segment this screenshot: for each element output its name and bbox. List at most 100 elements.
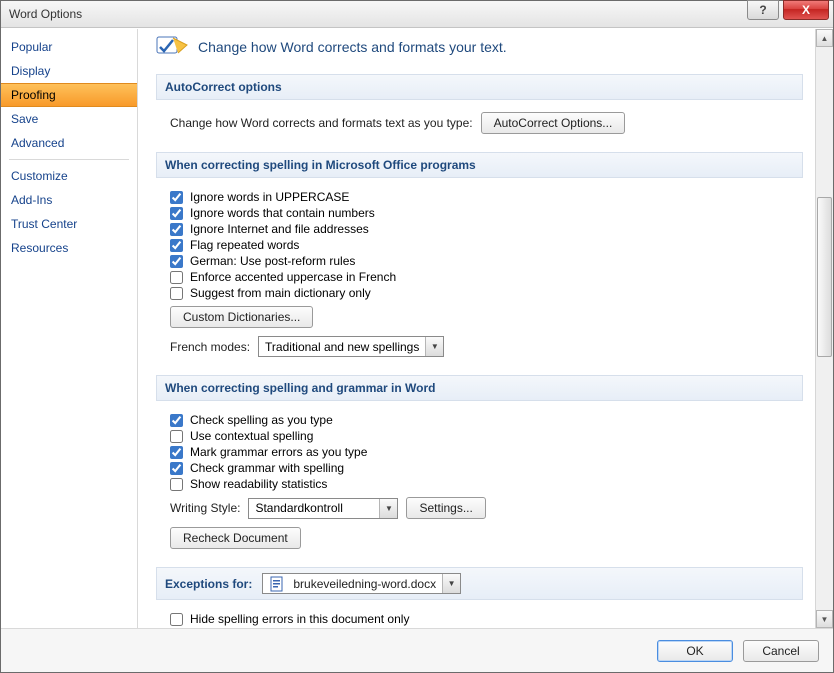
chk-label: Mark grammar errors as you type: [190, 445, 367, 459]
sidebar-item-label: Display: [11, 64, 50, 78]
titlebar: Word Options ? X: [1, 1, 833, 28]
chevron-down-icon: ▼: [379, 499, 397, 518]
writing-style-label: Writing Style:: [170, 501, 240, 515]
chevron-down-icon: ▼: [425, 337, 443, 356]
sidebar-item-advanced[interactable]: Advanced: [1, 131, 137, 155]
autocorrect-desc: Change how Word corrects and formats tex…: [170, 116, 473, 130]
exceptions-label: Exceptions for:: [165, 577, 252, 591]
scroll-up-button[interactable]: ▲: [816, 29, 833, 47]
french-modes-label: French modes:: [170, 340, 250, 354]
close-icon: X: [802, 3, 810, 17]
chk-main-dict-only[interactable]: [170, 287, 183, 300]
chk-ignore-internet[interactable]: [170, 223, 183, 236]
button-label: OK: [686, 644, 703, 658]
sidebar: Popular Display Proofing Save Advanced C…: [1, 29, 138, 628]
ok-button[interactable]: OK: [657, 640, 733, 662]
chk-label: Check spelling as you type: [190, 413, 333, 427]
button-label: Cancel: [762, 644, 799, 658]
close-button[interactable]: X: [783, 0, 829, 20]
sidebar-item-popular[interactable]: Popular: [1, 35, 137, 59]
sidebar-item-label: Proofing: [11, 88, 56, 102]
help-button[interactable]: ?: [747, 0, 779, 20]
french-modes-select[interactable]: Traditional and new spellings ▼: [258, 336, 444, 357]
chk-label: Ignore words that contain numbers: [190, 206, 375, 220]
sidebar-item-save[interactable]: Save: [1, 107, 137, 131]
sidebar-item-proofing[interactable]: Proofing: [1, 83, 137, 107]
writing-style-select[interactable]: Standardkontroll ▼: [248, 498, 398, 519]
sidebar-separator: [9, 159, 129, 160]
chk-label: Suggest from main dictionary only: [190, 286, 371, 300]
chk-german-postreform[interactable]: [170, 255, 183, 268]
chk-check-spelling-type[interactable]: [170, 414, 183, 427]
section-spelling-word-body: Check spelling as you type Use contextua…: [156, 401, 803, 563]
chk-label: Ignore Internet and file addresses: [190, 222, 369, 236]
scroll-track[interactable]: [816, 47, 833, 610]
document-icon: [269, 576, 285, 592]
scroll-thumb[interactable]: [817, 197, 832, 357]
content: Change how Word corrects and formats you…: [138, 29, 833, 628]
proofing-icon: [156, 33, 190, 60]
sidebar-item-label: Customize: [11, 169, 68, 183]
section-spelling-office-heading: When correcting spelling in Microsoft Of…: [156, 152, 803, 178]
custom-dictionaries-button[interactable]: Custom Dictionaries...: [170, 306, 313, 328]
word-options-dialog: Word Options ? X Popular Display Proofin…: [0, 0, 834, 673]
button-label: AutoCorrect Options...: [494, 116, 613, 130]
chk-label: Enforce accented uppercase in French: [190, 270, 396, 284]
select-value: Traditional and new spellings: [259, 337, 425, 356]
page-subtitle: Change how Word corrects and formats you…: [198, 39, 507, 55]
section-spelling-office-body: Ignore words in UPPERCASE Ignore words t…: [156, 178, 803, 371]
button-label: Custom Dictionaries...: [183, 310, 300, 324]
section-spelling-word-heading: When correcting spelling and grammar in …: [156, 375, 803, 401]
chk-check-grammar-spelling[interactable]: [170, 462, 183, 475]
button-label: Recheck Document: [183, 531, 288, 545]
recheck-document-button[interactable]: Recheck Document: [170, 527, 301, 549]
chk-mark-grammar[interactable]: [170, 446, 183, 459]
chk-label: German: Use post-reform rules: [190, 254, 355, 268]
chk-label: Hide spelling errors in this document on…: [190, 612, 409, 626]
chevron-down-icon: ▼: [442, 574, 460, 593]
dialog-footer: OK Cancel: [1, 628, 833, 672]
autocorrect-options-button[interactable]: AutoCorrect Options...: [481, 112, 626, 134]
sidebar-item-customize[interactable]: Customize: [1, 164, 137, 188]
sidebar-item-label: Resources: [11, 241, 68, 255]
chk-label: Ignore words in UPPERCASE: [190, 190, 349, 204]
select-value: brukeveiledning-word.docx: [293, 577, 436, 591]
select-value: Standardkontroll: [249, 499, 379, 518]
sidebar-item-label: Advanced: [11, 136, 64, 150]
sidebar-item-addins[interactable]: Add-Ins: [1, 188, 137, 212]
sidebar-item-resources[interactable]: Resources: [1, 236, 137, 260]
page-banner: Change how Word corrects and formats you…: [156, 29, 803, 70]
chk-label: Show readability statistics: [190, 477, 327, 491]
help-icon: ?: [759, 3, 766, 17]
chk-hide-spelling-errors[interactable]: [170, 613, 183, 626]
chk-flag-repeated[interactable]: [170, 239, 183, 252]
scrollbar[interactable]: ▲ ▼: [815, 29, 833, 628]
scroll-down-button[interactable]: ▼: [816, 610, 833, 628]
chk-label: Check grammar with spelling: [190, 461, 344, 475]
sidebar-item-label: Trust Center: [11, 217, 77, 231]
chk-french-accented[interactable]: [170, 271, 183, 284]
sidebar-item-label: Add-Ins: [11, 193, 52, 207]
settings-button[interactable]: Settings...: [406, 497, 485, 519]
window-title: Word Options: [9, 7, 82, 21]
section-autocorrect-body: Change how Word corrects and formats tex…: [156, 100, 803, 148]
chk-label: Use contextual spelling: [190, 429, 313, 443]
chk-contextual-spelling[interactable]: [170, 430, 183, 443]
dialog-body: Popular Display Proofing Save Advanced C…: [1, 28, 833, 628]
section-exceptions-heading: Exceptions for: brukeveiledning-word.doc…: [156, 567, 803, 600]
sidebar-item-display[interactable]: Display: [1, 59, 137, 83]
section-exceptions-body: Hide spelling errors in this document on…: [156, 600, 803, 628]
content-inner: Change how Word corrects and formats you…: [156, 29, 825, 628]
cancel-button[interactable]: Cancel: [743, 640, 819, 662]
chk-label: Flag repeated words: [190, 238, 299, 252]
exceptions-doc-select[interactable]: brukeveiledning-word.docx ▼: [262, 573, 461, 594]
chk-ignore-numbers[interactable]: [170, 207, 183, 220]
sidebar-item-label: Save: [11, 112, 38, 126]
content-wrap: Change how Word corrects and formats you…: [138, 29, 833, 628]
chk-readability[interactable]: [170, 478, 183, 491]
sidebar-item-trust-center[interactable]: Trust Center: [1, 212, 137, 236]
chk-ignore-uppercase[interactable]: [170, 191, 183, 204]
sidebar-item-label: Popular: [11, 40, 52, 54]
titlebar-buttons: ? X: [747, 1, 833, 27]
section-autocorrect-heading: AutoCorrect options: [156, 74, 803, 100]
